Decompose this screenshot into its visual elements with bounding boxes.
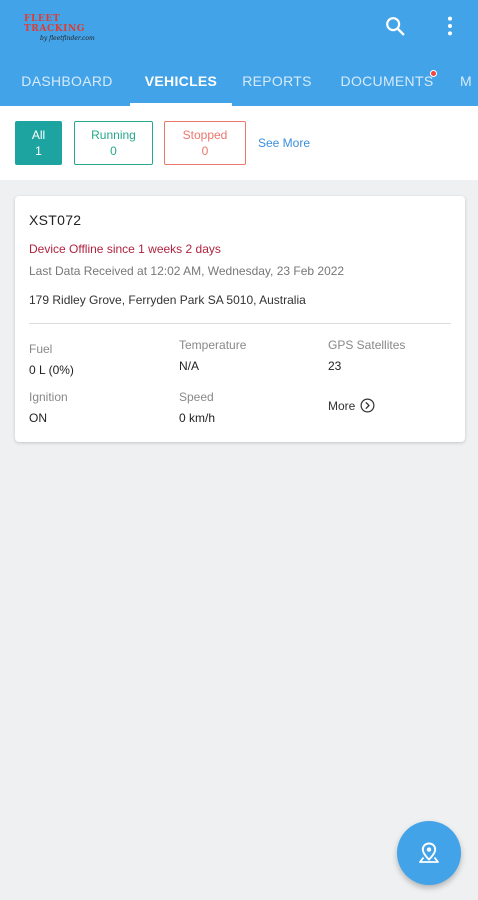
vehicle-address: 179 Ridley Grove, Ferryden Park SA 5010,… — [29, 293, 306, 307]
filter-all-label: All — [31, 128, 46, 142]
chevron-right-circle-icon — [360, 398, 375, 413]
speed-value: 0 km/h — [179, 411, 216, 425]
tab-bar: DASHBOARD VEHICLES REPORTS DOCUMENTS M — [0, 56, 478, 106]
app-logo: FLEET TRACKING by fleetfinder.com — [24, 14, 108, 42]
app-bar: FLEET TRACKING by fleetfinder.com DASHBO… — [0, 0, 478, 106]
filter-running-count: 0 — [110, 144, 117, 158]
vehicle-plate: XST072 — [29, 212, 82, 228]
fuel-label: Fuel — [29, 342, 53, 356]
filter-running-chip[interactable]: Running 0 — [74, 121, 153, 165]
gps-satellites-label: GPS Satellites — [328, 338, 406, 352]
filter-stopped-count: 0 — [201, 144, 209, 158]
tab-more[interactable]: M — [460, 56, 478, 106]
fuel-value: 0 L (0%) — [29, 363, 74, 377]
more-details-button[interactable]: More — [328, 398, 375, 413]
device-status-text: Device Offline since 1 weeks 2 days — [29, 242, 221, 256]
logo-subtitle: by fleetfinder.com — [40, 35, 95, 42]
vehicle-card[interactable]: XST072 Device Offline since 1 weeks 2 da… — [15, 196, 465, 442]
filter-stopped-label: Stopped — [182, 128, 228, 142]
filter-running-label: Running — [91, 128, 136, 142]
last-data-received: Last Data Received at 12:02 AM, Wednesda… — [29, 264, 345, 278]
overflow-menu-button[interactable] — [434, 10, 466, 42]
tab-vehicles[interactable]: VEHICLES — [130, 56, 232, 106]
speed-label: Speed — [179, 390, 214, 404]
temperature-value: N/A — [179, 359, 200, 373]
ignition-value: ON — [29, 411, 47, 425]
map-view-fab[interactable] — [397, 821, 461, 885]
notification-dot — [430, 70, 437, 77]
filter-all-chip[interactable]: All 1 — [15, 121, 62, 165]
status-filter-bar: All 1 Running 0 Stopped 0 See More — [0, 106, 478, 180]
filter-stopped-chip[interactable]: Stopped 0 — [164, 121, 246, 165]
more-vertical-icon — [447, 16, 453, 36]
map-pin-icon — [419, 842, 439, 863]
filter-all-count: 1 — [35, 144, 42, 158]
tab-dashboard[interactable]: DASHBOARD — [14, 56, 120, 106]
tab-documents[interactable]: DOCUMENTS — [334, 56, 440, 106]
tab-reports[interactable]: REPORTS — [236, 56, 318, 106]
ignition-label: Ignition — [29, 390, 68, 404]
search-icon — [386, 17, 405, 36]
more-details-label: More — [328, 398, 356, 413]
card-divider — [29, 323, 451, 324]
search-button[interactable] — [379, 10, 411, 42]
gps-satellites-value: 23 — [328, 359, 342, 373]
see-more-link[interactable]: See More — [258, 136, 310, 150]
temperature-label: Temperature — [179, 338, 247, 352]
logo-title: FLEET TRACKING — [24, 14, 86, 34]
